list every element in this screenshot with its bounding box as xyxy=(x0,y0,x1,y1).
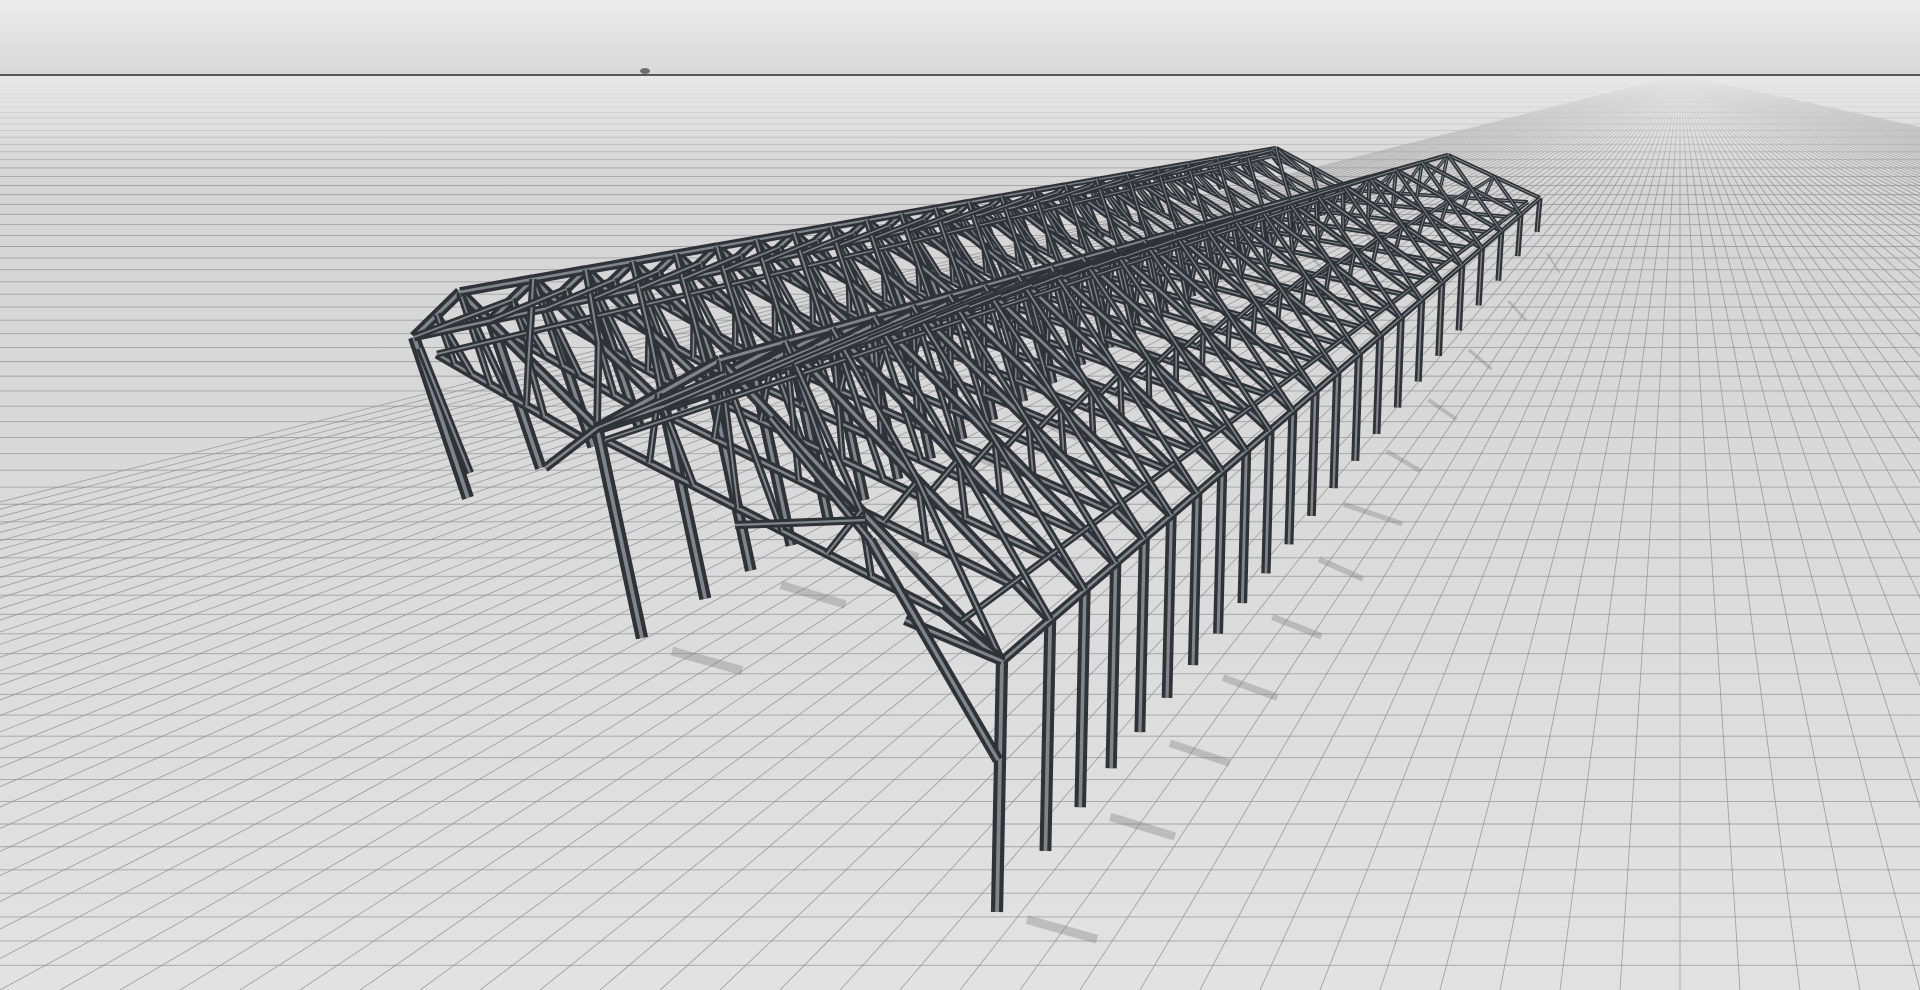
sky-background xyxy=(0,0,1920,75)
distant-object xyxy=(640,68,650,74)
3d-viewport[interactable] xyxy=(0,0,1920,990)
horizon-haze xyxy=(0,75,1920,185)
scene-canvas[interactable] xyxy=(0,0,1920,990)
